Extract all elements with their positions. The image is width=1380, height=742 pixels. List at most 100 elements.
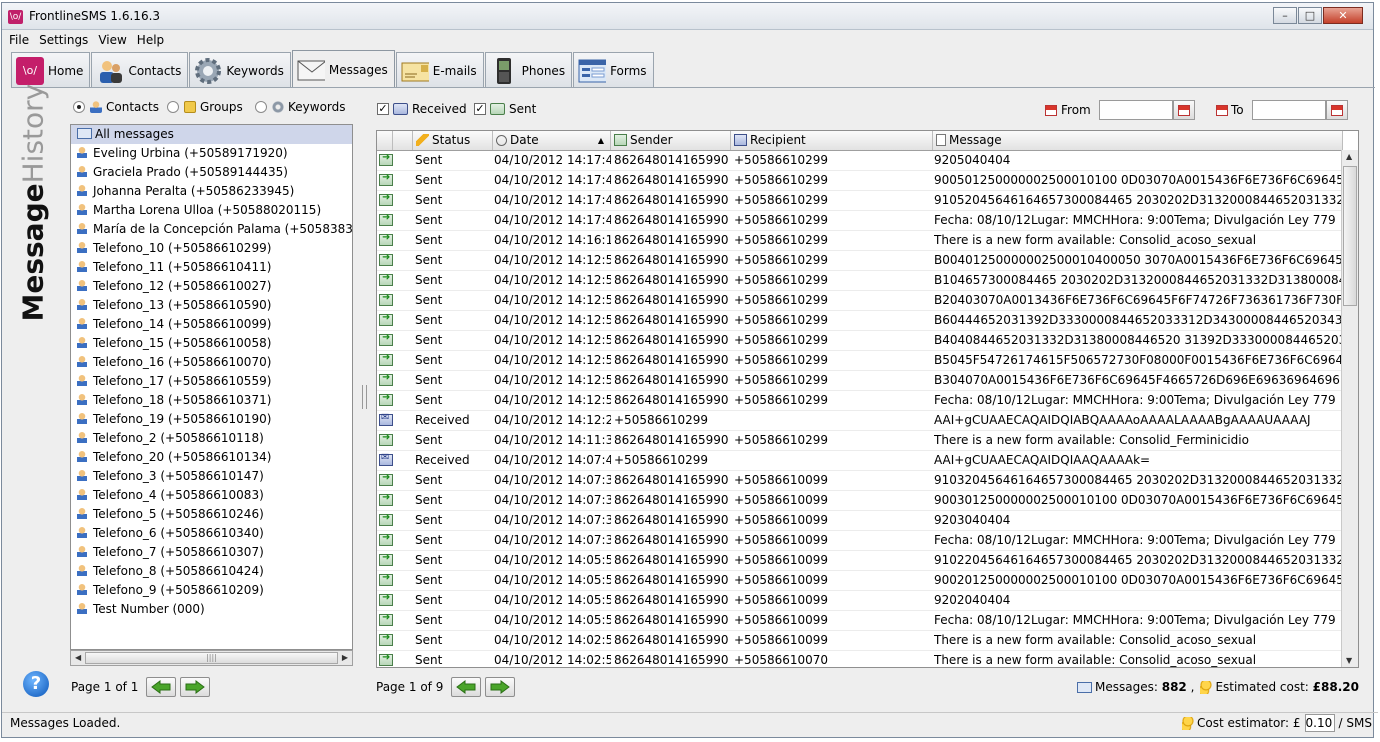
radio-contacts[interactable] xyxy=(73,101,85,113)
contact-list-item[interactable]: Telefono_15 (+50586610058) xyxy=(71,334,352,353)
cost-per-sms-input[interactable]: 0.10 xyxy=(1304,714,1335,732)
sent-filter[interactable]: ✓ Sent xyxy=(474,102,536,116)
table-row[interactable]: Sent 04/10/2012 14:16:14862648014165990 +5… xyxy=(377,231,1343,251)
contact-list-item[interactable]: Telefono_18 (+50586610371) xyxy=(71,391,352,410)
table-row[interactable]: Received 04/10/2012 14:12:23+50586610299 A… xyxy=(377,411,1343,431)
contact-list-item[interactable]: Johanna Peralta (+50586233945) xyxy=(71,182,352,201)
contacts-prev-button[interactable] xyxy=(146,677,177,697)
panel-splitter[interactable] xyxy=(362,385,367,409)
to-calendar-button[interactable] xyxy=(1325,100,1348,120)
contact-list-item[interactable]: Telefono_5 (+50586610246) xyxy=(71,505,352,524)
contact-list-item[interactable]: Telefono_20 (+50586610134) xyxy=(71,448,352,467)
help-icon[interactable]: ? xyxy=(23,671,49,697)
table-row[interactable]: Sent 04/10/2012 14:12:53862648014165990 +5… xyxy=(377,371,1343,391)
table-row[interactable]: Sent 04/10/2012 14:12:53862648014165990 +5… xyxy=(377,291,1343,311)
table-row[interactable]: Sent 04/10/2012 14:12:53862648014165990 +5… xyxy=(377,251,1343,271)
maximize-button[interactable]: □ xyxy=(1298,7,1322,24)
from-calendar-button[interactable] xyxy=(1172,100,1195,120)
filter-keywords-radio[interactable]: Keywords xyxy=(255,100,346,114)
contact-list-item[interactable]: Telefono_19 (+50586610190) xyxy=(71,410,352,429)
contact-list-item[interactable]: Telefono_12 (+50586610027) xyxy=(71,277,352,296)
received-checkbox[interactable]: ✓ xyxy=(377,103,389,115)
tab-emails[interactable]: E-mails xyxy=(395,52,484,88)
contact-list-item[interactable]: Telefono_10 (+50586610299) xyxy=(71,239,352,258)
contact-list-item[interactable]: Telefono_13 (+50586610590) xyxy=(71,296,352,315)
minimize-button[interactable]: – xyxy=(1273,7,1297,24)
col-recipient[interactable]: Recipient xyxy=(731,131,933,150)
tab-forms[interactable]: Forms xyxy=(573,52,654,88)
table-row[interactable]: Sent 04/10/2012 14:12:53862648014165990 +5… xyxy=(377,271,1343,291)
from-date-input[interactable] xyxy=(1098,100,1173,120)
contact-list-item[interactable]: Telefono_11 (+50586610411) xyxy=(71,258,352,277)
radio-keywords[interactable] xyxy=(255,101,267,113)
scroll-up-arrow[interactable]: ▲ xyxy=(1346,152,1352,161)
contact-list-item[interactable]: Telefono_6 (+50586610340) xyxy=(71,524,352,543)
received-filter[interactable]: ✓ Received xyxy=(377,102,467,116)
contact-list-item[interactable]: Telefono_2 (+50586610118) xyxy=(71,429,352,448)
tab-contacts[interactable]: Contacts xyxy=(91,52,189,88)
col-message[interactable]: Message xyxy=(933,131,1343,150)
table-row[interactable]: Sent 04/10/2012 14:02:50862648014165990 +5… xyxy=(377,631,1343,651)
contact-list-item[interactable]: Graciela Prado (+50589144435) xyxy=(71,163,352,182)
sent-checkbox[interactable]: ✓ xyxy=(474,103,486,115)
menu-file[interactable]: File xyxy=(4,31,34,49)
contact-list-item[interactable]: Telefono_8 (+50586610424) xyxy=(71,562,352,581)
filter-groups-radio[interactable]: Groups xyxy=(167,100,243,114)
table-row[interactable]: Sent 04/10/2012 14:11:30862648014165990 +5… xyxy=(377,431,1343,451)
tab-keywords[interactable]: Keywords xyxy=(189,52,291,88)
contact-list-item[interactable]: Telefono_9 (+50586610209) xyxy=(71,581,352,600)
table-row[interactable]: Received 04/10/2012 14:07:42+50586610299 A… xyxy=(377,451,1343,471)
col-sender[interactable]: Sender xyxy=(611,131,731,150)
menu-settings[interactable]: Settings xyxy=(34,31,93,49)
table-row[interactable]: Sent 04/10/2012 14:17:49862648014165990 +5… xyxy=(377,191,1343,211)
scroll-right-arrow[interactable]: ▶ xyxy=(342,653,348,662)
table-vertical-scrollbar[interactable]: ▲ ▼ xyxy=(1341,150,1358,667)
filter-contacts-radio[interactable]: Contacts xyxy=(73,100,159,114)
table-row[interactable]: Sent 04/10/2012 14:12:53862648014165990 +5… xyxy=(377,351,1343,371)
contact-list-item[interactable]: Martha Lorena Ulloa (+50588020115) xyxy=(71,201,352,220)
radio-groups[interactable] xyxy=(167,101,179,113)
contact-list-item[interactable]: Telefono_14 (+50586610099) xyxy=(71,315,352,334)
to-date-input[interactable] xyxy=(1251,100,1326,120)
table-row[interactable]: Sent 04/10/2012 14:05:59862648014165990 +5… xyxy=(377,591,1343,611)
tab-home[interactable]: \o/ Home xyxy=(11,52,91,88)
messages-next-button[interactable] xyxy=(485,677,516,697)
col-status[interactable]: Status xyxy=(413,131,493,150)
table-row[interactable]: Sent 04/10/2012 14:12:53862648014165990 +5… xyxy=(377,331,1343,351)
table-row[interactable]: Sent 04/10/2012 14:02:50862648014165990 +5… xyxy=(377,651,1343,667)
col-type[interactable] xyxy=(377,131,393,150)
all-messages-item[interactable]: All messages xyxy=(71,125,352,144)
menu-help[interactable]: Help xyxy=(132,31,169,49)
table-row[interactable]: Sent 04/10/2012 14:07:33862648014165990 +5… xyxy=(377,471,1343,491)
contact-list-item[interactable]: Test Number (000) xyxy=(71,600,352,619)
contacts-next-button[interactable] xyxy=(180,677,211,697)
table-row[interactable]: Sent 04/10/2012 14:07:33862648014165990 +5… xyxy=(377,531,1343,551)
close-button[interactable]: ✕ xyxy=(1323,7,1363,24)
contact-list-item[interactable]: Telefono_16 (+50586610070) xyxy=(71,353,352,372)
contact-list-item[interactable]: María de la Concepción Palama (+50583836… xyxy=(71,220,352,239)
table-row[interactable]: Sent 04/10/2012 14:12:52862648014165990 +5… xyxy=(377,391,1343,411)
contact-list-item[interactable]: Telefono_3 (+50586610147) xyxy=(71,467,352,486)
scroll-left-arrow[interactable]: ◀ xyxy=(75,653,81,662)
col-date[interactable]: Date ▲ xyxy=(493,131,611,150)
table-row[interactable]: Sent 04/10/2012 14:05:58862648014165990 +5… xyxy=(377,611,1343,631)
table-row[interactable]: Sent 04/10/2012 14:07:33862648014165990 +5… xyxy=(377,491,1343,511)
table-row[interactable]: Sent 04/10/2012 14:05:59862648014165990 +5… xyxy=(377,551,1343,571)
table-scroll-thumb[interactable] xyxy=(1343,166,1357,306)
table-row[interactable]: Sent 04/10/2012 14:17:49862648014165990 +5… xyxy=(377,171,1343,191)
contact-list-item[interactable]: Eveling Urbina (+50589171920) xyxy=(71,144,352,163)
table-row[interactable]: Sent 04/10/2012 14:05:59862648014165990 +5… xyxy=(377,571,1343,591)
table-row[interactable]: Sent 04/10/2012 14:12:53862648014165990 +5… xyxy=(377,311,1343,331)
tab-phones[interactable]: Phones xyxy=(484,52,573,88)
contacts-list[interactable]: All messages Eveling Urbina (+50589171920… xyxy=(70,124,353,650)
table-row[interactable]: Sent 04/10/2012 14:17:48862648014165990 +5… xyxy=(377,211,1343,231)
contact-list-item[interactable]: Telefono_7 (+50586610307) xyxy=(71,543,352,562)
contacts-horizontal-scrollbar[interactable]: ◀ |||| ▶ xyxy=(70,650,353,666)
menu-view[interactable]: View xyxy=(93,31,131,49)
scroll-down-arrow[interactable]: ▼ xyxy=(1346,656,1352,665)
tab-messages[interactable]: Messages xyxy=(291,50,395,88)
table-row[interactable]: Sent 04/10/2012 14:17:49862648014165990 +5… xyxy=(377,151,1343,171)
messages-prev-button[interactable] xyxy=(451,677,482,697)
contact-list-item[interactable]: Telefono_17 (+50586610559) xyxy=(71,372,352,391)
scroll-thumb[interactable]: |||| xyxy=(85,652,338,664)
